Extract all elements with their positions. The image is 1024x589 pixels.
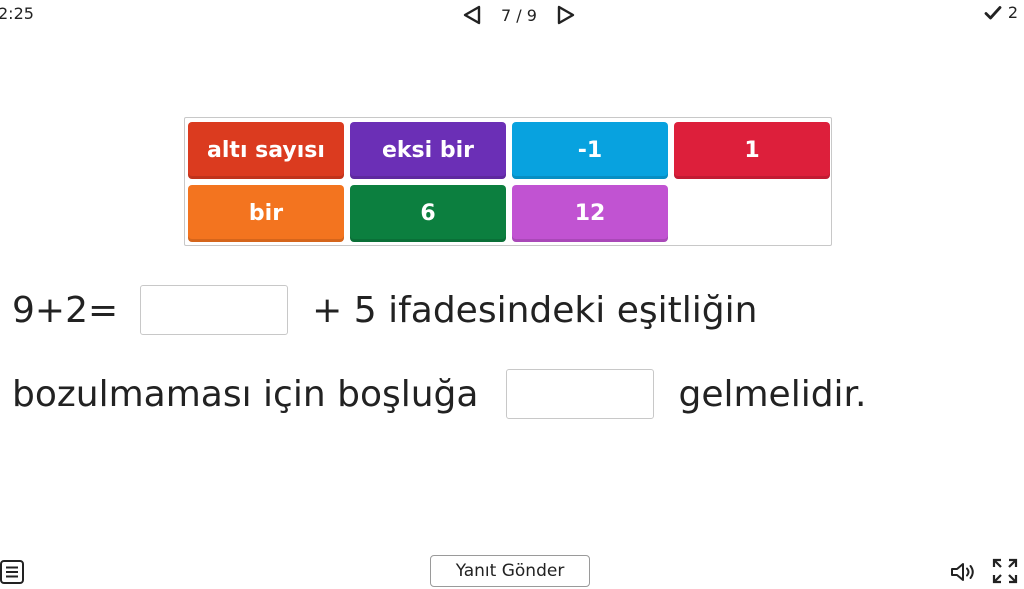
- tile-label: eksi bir: [382, 138, 474, 163]
- answer-tile[interactable]: altı sayısı: [188, 122, 344, 179]
- answer-tile[interactable]: 6: [350, 185, 506, 242]
- score-indicator: 2: [984, 3, 1018, 22]
- question-text: 9+2=: [12, 289, 119, 331]
- tile-label: 12: [574, 201, 606, 226]
- question-text: bozulmaması için boşluğa: [12, 373, 479, 415]
- question-line-2: bozulmaması için boşluğa gelmelidir.: [12, 366, 867, 422]
- menu-button[interactable]: [0, 558, 26, 586]
- tile-label: bir: [248, 201, 284, 226]
- triangle-left-icon: [463, 5, 481, 25]
- question-line-1: 9+2= + 5 ifadesindeki eşitliğin: [12, 282, 757, 338]
- tile-label: -1: [577, 138, 603, 163]
- question-text: + 5 ifadesindeki eşitliğin: [312, 289, 758, 331]
- answer-tile[interactable]: 12: [512, 185, 668, 242]
- answer-tile[interactable]: 1: [674, 122, 830, 179]
- tile-label: 1: [744, 138, 760, 163]
- prev-page-button[interactable]: [460, 3, 484, 27]
- fullscreen-icon: [992, 558, 1018, 584]
- speaker-icon: [951, 563, 974, 581]
- sound-button[interactable]: [948, 558, 978, 586]
- submit-answer-button[interactable]: Yanıt Gönder: [430, 555, 590, 587]
- page-navigator: 7 / 9: [460, 0, 578, 30]
- timer: 2:25: [0, 4, 34, 23]
- page-counter: 7 / 9: [501, 5, 537, 25]
- answer-tile[interactable]: -1: [512, 122, 668, 179]
- check-icon: [984, 5, 1002, 19]
- fullscreen-button[interactable]: [990, 556, 1020, 586]
- tile-label: 6: [420, 201, 436, 226]
- answer-blank-1[interactable]: [140, 285, 289, 335]
- answer-tile-bank: altı sayısı eksi bir -1 1 bir 6 12: [184, 117, 832, 246]
- answer-tile[interactable]: bir: [188, 185, 344, 242]
- answer-tile[interactable]: eksi bir: [350, 122, 506, 179]
- triangle-right-icon: [557, 5, 575, 25]
- score-value: 2: [1007, 3, 1018, 22]
- next-page-button[interactable]: [554, 3, 578, 27]
- question-text: gelmelidir.: [678, 373, 867, 415]
- menu-icon: [0, 560, 24, 584]
- answer-blank-2[interactable]: [506, 369, 655, 419]
- tile-label: altı sayısı: [207, 138, 325, 163]
